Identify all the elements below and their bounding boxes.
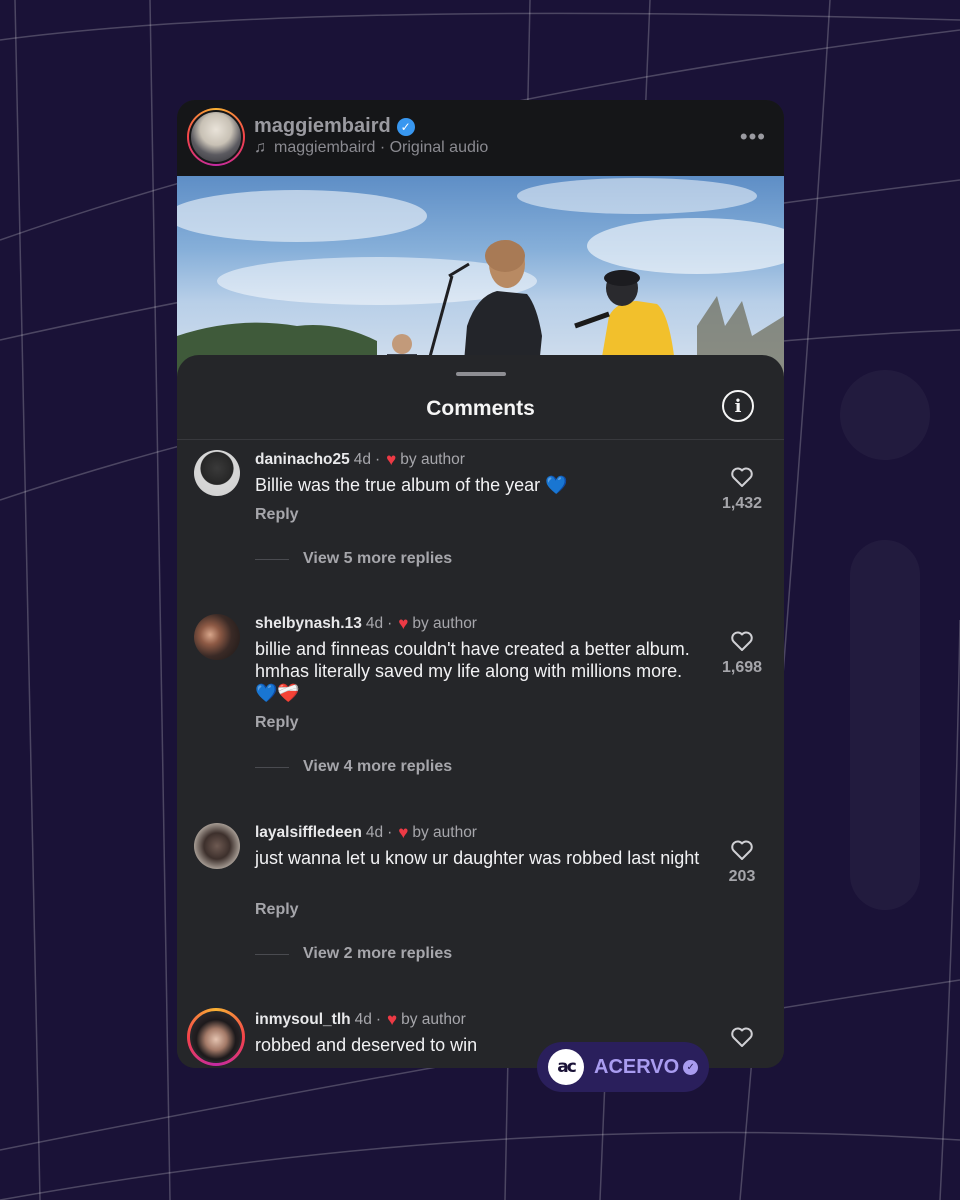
- header-divider: [177, 439, 784, 440]
- audio-label: maggiembaird · Original audio: [274, 139, 489, 156]
- like-area: 1,432: [705, 466, 779, 513]
- like-count: 1,432: [721, 495, 763, 512]
- replies-line: [255, 953, 289, 955]
- liked-by-author-label: by author: [412, 615, 477, 632]
- reel-card: maggiembaird ✓ ♫ maggiembaird · Original…: [177, 100, 784, 1068]
- more-options-icon[interactable]: •••: [740, 124, 766, 150]
- avatar-image: [189, 110, 243, 164]
- sheet-drag-handle[interactable]: [456, 372, 506, 376]
- reply-button[interactable]: Reply: [255, 506, 299, 524]
- view-replies-button[interactable]: View 5 more replies: [255, 550, 452, 568]
- verified-check-icon: ✓: [683, 1059, 699, 1075]
- comment-time: 4d: [354, 1011, 372, 1028]
- reply-button[interactable]: Reply: [255, 901, 299, 919]
- comment-meta: shelbynash.13 4d · ♥ by author: [255, 614, 477, 634]
- post-header: maggiembaird ✓ ♫ maggiembaird · Original…: [177, 100, 784, 176]
- music-note-icon: ♫: [254, 139, 266, 156]
- commenter-avatar[interactable]: [187, 1008, 245, 1066]
- commenter-username[interactable]: inmysoul_tlh: [255, 1011, 351, 1029]
- comment-time: 4d: [365, 824, 384, 841]
- view-replies-label: View 2 more replies: [303, 945, 453, 962]
- commenter-username[interactable]: daninacho25: [255, 451, 350, 469]
- post-username[interactable]: maggiembaird ✓: [254, 115, 415, 138]
- comment-time: 4d: [365, 615, 384, 632]
- meta-separator: ·: [387, 615, 393, 632]
- like-heart-icon[interactable]: [730, 630, 754, 652]
- like-heart-icon[interactable]: [730, 1026, 754, 1048]
- view-replies-label: View 5 more replies: [303, 550, 453, 567]
- commenter-avatar[interactable]: [194, 823, 240, 869]
- comments-sheet: Comments i daninacho25 4d · ♥ by author …: [177, 355, 784, 1068]
- info-icon[interactable]: i: [722, 390, 754, 422]
- acervo-logo: ac: [548, 1049, 584, 1085]
- acervo-brand-text: ACERVO: [594, 1055, 680, 1078]
- author-liked-heart-icon: ♥: [398, 823, 409, 842]
- audio-info[interactable]: ♫ maggiembaird · Original audio: [254, 139, 488, 157]
- acervo-watermark: ac ACERVO ✓: [537, 1042, 709, 1092]
- avatar-image: [190, 1011, 242, 1063]
- like-count: 203: [728, 868, 756, 885]
- profile-avatar[interactable]: [187, 108, 245, 166]
- meta-separator: ·: [375, 451, 381, 468]
- commenter-username[interactable]: layalsiffledeen: [255, 824, 362, 842]
- username-text: maggiembaird: [254, 115, 391, 137]
- like-heart-icon[interactable]: [730, 466, 754, 488]
- author-liked-heart-icon: ♥: [398, 614, 409, 633]
- reply-button[interactable]: Reply: [255, 714, 299, 732]
- comment-meta: daninacho25 4d · ♥ by author: [255, 450, 465, 470]
- comment-meta: layalsiffledeen 4d · ♥ by author: [255, 823, 477, 843]
- comments-title: Comments: [426, 397, 535, 420]
- comment-text: Billie was the true album of the year 💙: [255, 475, 568, 495]
- comment-meta: inmysoul_tlh 4d · ♥ by author: [255, 1010, 466, 1030]
- liked-by-author-label: by author: [412, 824, 477, 841]
- author-liked-heart-icon: ♥: [386, 450, 397, 469]
- verified-badge-icon: ✓: [396, 117, 415, 136]
- view-replies-button[interactable]: View 4 more replies: [255, 758, 452, 776]
- meta-separator: ·: [375, 1011, 382, 1028]
- view-replies-button[interactable]: View 2 more replies: [255, 945, 452, 963]
- liked-by-author-label: by author: [401, 1011, 466, 1028]
- like-area: 1,698: [705, 630, 779, 677]
- comment-text: just wanna let u know ur daughter was ro…: [255, 848, 700, 868]
- comment-time: 4d: [353, 451, 371, 468]
- comment-text: billie and finneas couldn't have created…: [255, 639, 690, 703]
- commenter-avatar[interactable]: [194, 614, 240, 660]
- commenter-avatar[interactable]: [194, 450, 240, 496]
- author-liked-heart-icon: ♥: [387, 1010, 398, 1029]
- view-replies-label: View 4 more replies: [303, 758, 453, 775]
- liked-by-author-label: by author: [400, 451, 465, 468]
- replies-line: [255, 766, 289, 768]
- like-area: 203: [705, 839, 779, 886]
- like-count: 1,698: [721, 659, 763, 676]
- commenter-username[interactable]: shelbynash.13: [255, 615, 362, 633]
- like-heart-icon[interactable]: [730, 839, 754, 861]
- replies-line: [255, 558, 289, 560]
- meta-separator: ·: [387, 824, 393, 841]
- like-area: [705, 1026, 779, 1048]
